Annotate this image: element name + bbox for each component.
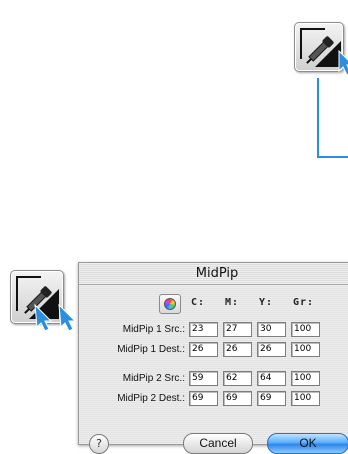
field-midpip2-src-m[interactable]: 62 bbox=[223, 371, 252, 386]
dialog-title: MidPip bbox=[79, 263, 348, 285]
row-label-midpip2-dest: MidPip 2 Dest.: bbox=[117, 393, 185, 404]
double-midpip-eyedropper-tool-icon bbox=[16, 276, 77, 332]
midpip-tool-button-left[interactable] bbox=[10, 270, 77, 332]
column-header-m: M: bbox=[225, 297, 240, 308]
field-midpip2-dest-y[interactable]: 69 bbox=[257, 391, 286, 406]
field-midpip1-dest-m[interactable]: 26 bbox=[223, 342, 252, 357]
field-midpip2-dest-c[interactable]: 69 bbox=[189, 391, 218, 406]
callout-line-vertical bbox=[317, 78, 319, 157]
cancel-button[interactable]: Cancel bbox=[183, 433, 253, 454]
field-midpip1-src-gr[interactable]: 100 bbox=[291, 322, 320, 337]
field-midpip1-dest-gr[interactable]: 100 bbox=[291, 342, 320, 357]
field-midpip2-src-y[interactable]: 64 bbox=[257, 371, 286, 386]
midpip-eyedropper-tool-icon bbox=[300, 28, 348, 76]
midpip-tool-button-top[interactable] bbox=[294, 22, 348, 76]
row-label-midpip1-dest: MidPip 1 Dest.: bbox=[117, 344, 185, 355]
column-header-c: C: bbox=[191, 297, 206, 308]
midpip-dialog: MidPip C: M: Y: Gr: MidPip 1 Src.: 23 27… bbox=[78, 262, 348, 454]
row-label-midpip1-src: MidPip 1 Src.: bbox=[122, 324, 185, 335]
row-label-midpip2-src: MidPip 2 Src.: bbox=[122, 373, 185, 384]
color-picker-button[interactable] bbox=[159, 294, 181, 314]
callout-line-horizontal bbox=[317, 156, 348, 158]
ok-button[interactable]: OK bbox=[267, 433, 348, 454]
field-midpip1-src-c[interactable]: 23 bbox=[189, 322, 218, 337]
field-midpip1-dest-c[interactable]: 26 bbox=[189, 342, 218, 357]
column-header-gr: Gr: bbox=[293, 297, 315, 308]
field-midpip2-src-gr[interactable]: 100 bbox=[291, 371, 320, 386]
field-midpip2-src-c[interactable]: 59 bbox=[189, 371, 218, 386]
field-midpip1-src-y[interactable]: 30 bbox=[257, 322, 286, 337]
field-midpip1-src-m[interactable]: 27 bbox=[223, 322, 252, 337]
color-wheel-icon bbox=[164, 298, 176, 310]
column-header-y: Y: bbox=[259, 297, 274, 308]
field-midpip2-dest-m[interactable]: 69 bbox=[223, 391, 252, 406]
dialog-body: C: M: Y: Gr: MidPip 1 Src.: 23 27 30 100… bbox=[79, 285, 348, 454]
field-midpip1-dest-y[interactable]: 26 bbox=[257, 342, 286, 357]
help-button[interactable]: ? bbox=[89, 434, 109, 454]
field-midpip2-dest-gr[interactable]: 100 bbox=[291, 391, 320, 406]
